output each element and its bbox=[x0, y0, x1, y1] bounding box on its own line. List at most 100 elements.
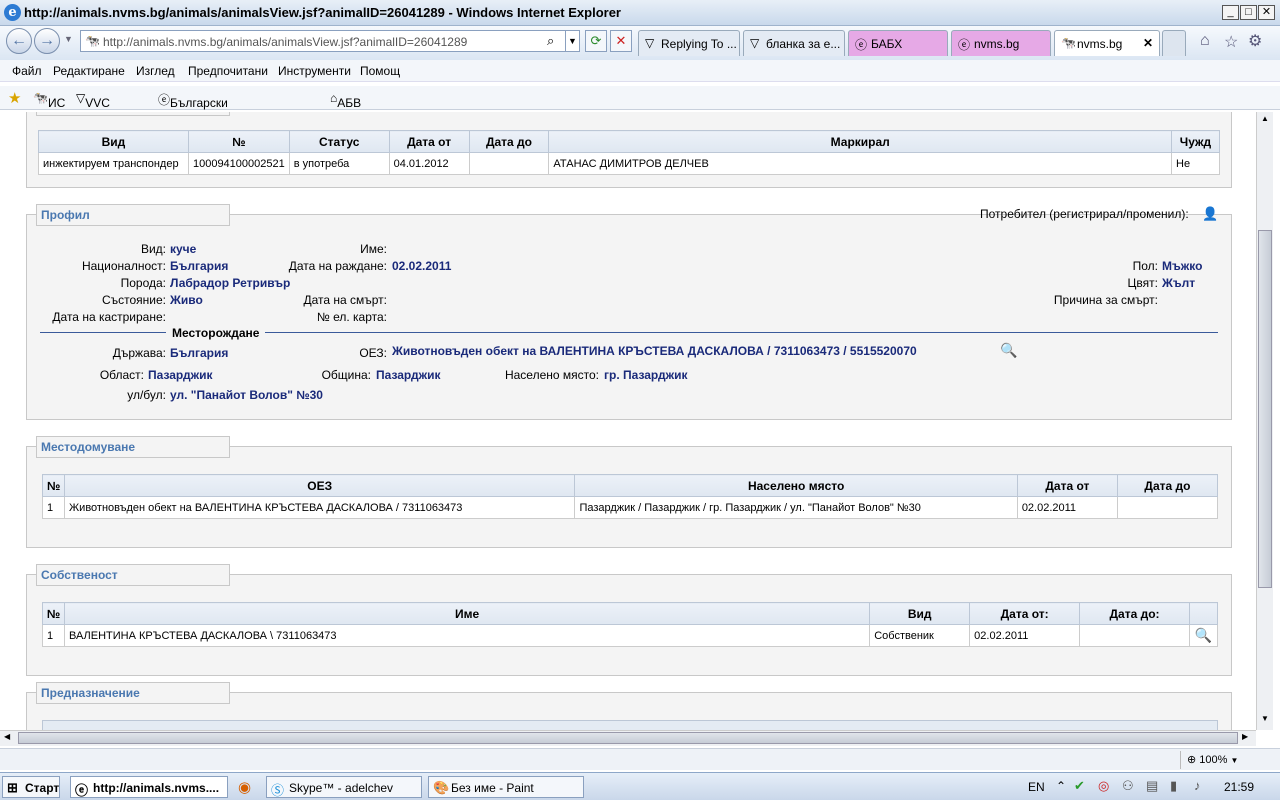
fav-is[interactable]: 🐄 ИС bbox=[33, 91, 65, 110]
search-icon[interactable]: ⌕ bbox=[547, 33, 554, 49]
tray-volume-icon[interactable]: ♪ bbox=[1194, 778, 1201, 793]
taskbar-skype[interactable]: Ⓢ Skype™ - adelchev bbox=[266, 776, 422, 798]
title-bar: e http://animals.nvms.bg/animals/animals… bbox=[0, 0, 1280, 26]
tab-nvms-active[interactable]: 🐄 nvms.bg ✕ bbox=[1054, 30, 1160, 56]
menu-favorites[interactable]: Предпочитани bbox=[188, 64, 268, 78]
menu-file[interactable]: Файл bbox=[12, 64, 42, 78]
fav-vvc[interactable]: ▽ VVC Форум bbox=[76, 91, 122, 124]
col-number: № bbox=[187, 130, 290, 153]
firefox-icon[interactable]: ◉ bbox=[238, 778, 251, 796]
close-window-button[interactable]: ✕ bbox=[1258, 5, 1275, 20]
scroll-left-icon[interactable]: ◀ bbox=[4, 732, 10, 741]
tab-blanka[interactable]: ▽ бланка за е... bbox=[743, 30, 845, 56]
street-value: ул. "Панайот Волов" №30 bbox=[170, 388, 323, 402]
scroll-down-icon[interactable]: ▼ bbox=[1258, 714, 1272, 726]
close-tab-icon[interactable]: ✕ bbox=[1143, 36, 1153, 50]
menu-help[interactable]: Помощ bbox=[360, 64, 400, 78]
table-row: 1 ВАЛЕНТИНА КРЪСТЕВА ДАСКАЛОВА \ 7311063… bbox=[42, 624, 1219, 647]
window-title: http://animals.nvms.bg/animals/animalsVi… bbox=[24, 5, 621, 20]
region-value: Пазарджик bbox=[148, 368, 213, 382]
zoom-dropdown-icon: ▼ bbox=[1230, 756, 1239, 765]
zoom-control[interactable]: ⊕ 100% ▼ bbox=[1180, 751, 1260, 769]
tray-check-icon[interactable]: ✔ bbox=[1074, 778, 1085, 794]
refresh-button[interactable]: ⟳ bbox=[585, 30, 607, 52]
breed-value: Лабрадор Ретривър bbox=[170, 276, 291, 290]
purpose-table-header bbox=[42, 720, 1218, 730]
species-label: Вид: bbox=[140, 242, 166, 256]
user-label: Потребител (регистрирал/променил): bbox=[980, 207, 1189, 221]
taskbar-ie[interactable]: ⓔ http://animals.nvms.... bbox=[70, 776, 228, 798]
tab-replying[interactable]: ▽ Replying To ... bbox=[638, 30, 740, 56]
back-button[interactable]: ← bbox=[6, 28, 32, 54]
language-indicator[interactable]: EN bbox=[1028, 780, 1045, 794]
taskbar: ⊞ Старт ⓔ http://animals.nvms.... ◉ Ⓢ Skype… bbox=[0, 772, 1280, 800]
menu-bar: Файл Редактиране Изглед Предпочитани Инс… bbox=[0, 60, 1280, 82]
ownership-table: № Име Вид Дата от: Дата до: 1 ВАЛЕНТИНА … bbox=[42, 602, 1219, 647]
profile-legend: Профил bbox=[36, 204, 230, 226]
tray-show-hidden-icon[interactable]: ⌃ bbox=[1056, 779, 1066, 793]
tab-icon: ▽ bbox=[750, 36, 760, 50]
clock[interactable]: 21:59 bbox=[1224, 780, 1254, 794]
user-icon[interactable]: 👤 bbox=[1202, 206, 1218, 222]
gear-icon[interactable]: ⚙ bbox=[1248, 31, 1262, 51]
start-button[interactable]: ⊞ Старт bbox=[2, 776, 60, 798]
history-dropdown-icon[interactable]: ▼ bbox=[64, 34, 73, 44]
state-label: Състояние: bbox=[101, 293, 166, 307]
birthdate-label: Дата на раждане: bbox=[288, 259, 387, 273]
new-tab-button[interactable] bbox=[1162, 30, 1186, 56]
street-label: ул/бул: bbox=[127, 388, 166, 402]
scroll-up-icon[interactable]: ▲ bbox=[1258, 114, 1272, 126]
address-dropdown-icon[interactable]: ▼ bbox=[565, 31, 579, 51]
favorites-star-icon[interactable]: ☆ bbox=[1224, 32, 1238, 52]
home-icon[interactable]: ⌂ bbox=[1200, 32, 1210, 50]
municipality-value: Пазарджик bbox=[376, 368, 441, 382]
ie-logo-icon: e bbox=[4, 4, 21, 21]
deathcause-label: Причина за смърт: bbox=[1053, 293, 1158, 307]
residence-table: № ОЕЗ Населено място Дата от Дата до 1 Ж… bbox=[41, 474, 1219, 519]
owner-view-icon[interactable]: 🔍 bbox=[1195, 627, 1212, 643]
oez-value: Животновъден обект на ВАЛЕНТИНА КРЪСТЕВА… bbox=[392, 344, 917, 358]
scroll-right-icon[interactable]: ▶ bbox=[1242, 732, 1248, 741]
fav-bvs[interactable]: ⓔ Български Ветеринарен С... bbox=[158, 91, 243, 138]
fav-abv[interactable]: ⌂ АБВ Поща bbox=[330, 91, 369, 124]
settlement-value: гр. Пазарджик bbox=[604, 368, 688, 382]
menu-view[interactable]: Изглед bbox=[136, 64, 175, 78]
status-bar: ⊕ 100% ▼ bbox=[0, 748, 1280, 770]
breed-label: Порода: bbox=[120, 276, 166, 290]
ie-icon: ⓔ bbox=[75, 783, 89, 798]
birthplace-heading: Месторождане bbox=[166, 326, 266, 340]
address-bar[interactable]: 🐄 http://animals.nvms.bg/animals/animals… bbox=[80, 30, 580, 52]
tray-clipboard-icon[interactable]: ▤ bbox=[1146, 778, 1158, 794]
sex-label: Пол: bbox=[1132, 259, 1158, 273]
h-scroll-thumb[interactable] bbox=[18, 732, 1238, 744]
tray-network-icon[interactable]: ▮ bbox=[1170, 778, 1177, 794]
tab-nvms-1[interactable]: ⓔ nvms.bg bbox=[951, 30, 1051, 56]
windows-logo-icon: ⊞ bbox=[7, 780, 18, 795]
minimize-button[interactable]: _ bbox=[1222, 5, 1239, 20]
oez-search-icon[interactable]: 🔍 bbox=[1000, 342, 1017, 359]
scroll-thumb[interactable] bbox=[1258, 230, 1272, 588]
tab-babh[interactable]: ⓔ БАБХ bbox=[848, 30, 948, 56]
tray-antivirus-icon[interactable]: ◎ bbox=[1098, 778, 1109, 794]
stop-button[interactable]: ✕ bbox=[610, 30, 632, 52]
address-input[interactable]: http://animals.nvms.bg/animals/animalsVi… bbox=[103, 35, 467, 49]
purpose-legend: Предназначение bbox=[36, 682, 230, 704]
settlement-label: Населено място: bbox=[504, 368, 599, 382]
horizontal-scrollbar[interactable]: ◀ ▶ bbox=[0, 730, 1256, 746]
forward-button[interactable]: → bbox=[34, 28, 60, 54]
col-date-to: Дата до bbox=[468, 130, 550, 153]
maximize-button[interactable]: □ bbox=[1240, 5, 1257, 20]
col-date-from: Дата от bbox=[388, 130, 470, 153]
nationality-label: Националност: bbox=[81, 259, 166, 273]
color-value: Жълт bbox=[1162, 276, 1196, 290]
vertical-scrollbar[interactable]: ▲ ▼ bbox=[1256, 112, 1273, 730]
menu-edit[interactable]: Редактиране bbox=[53, 64, 125, 78]
taskbar-paint[interactable]: 🎨 Без име - Paint bbox=[428, 776, 584, 798]
menu-tools[interactable]: Инструменти bbox=[278, 64, 351, 78]
navigation-bar: ← → ▼ 🐄 http://animals.nvms.bg/animals/a… bbox=[0, 26, 1280, 60]
zoom-icon: ⊕ bbox=[1187, 754, 1197, 766]
tray-device-icon[interactable]: ⚇ bbox=[1122, 778, 1134, 794]
country-label: Държава: bbox=[112, 346, 166, 360]
page-content: Вид № Статус Дата от Дата до Маркирал Чу… bbox=[0, 112, 1256, 730]
favorites-star-icon[interactable]: ★ bbox=[8, 89, 21, 107]
